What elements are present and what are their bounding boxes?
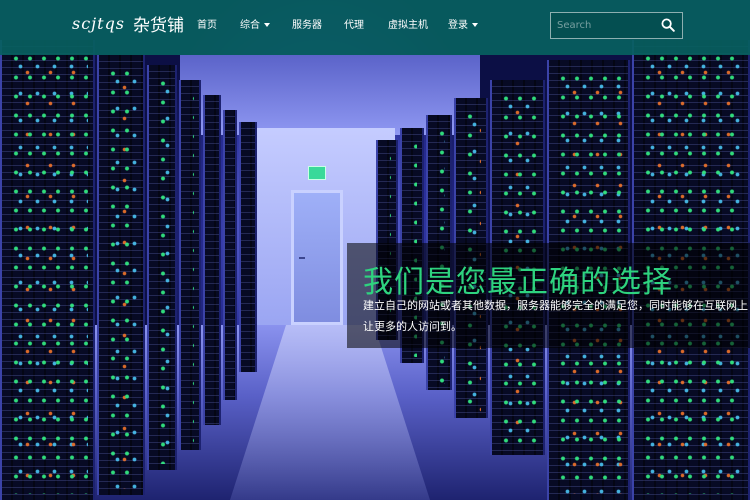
server-rack bbox=[203, 95, 221, 425]
server-rack bbox=[223, 110, 237, 400]
chevron-down-icon bbox=[472, 23, 478, 27]
nav-login-label: 登录 bbox=[448, 20, 468, 31]
nav-vhost[interactable]: 虚拟主机 bbox=[388, 16, 428, 31]
server-rack bbox=[97, 55, 145, 495]
rack-leds bbox=[186, 86, 194, 444]
rack-leds bbox=[104, 61, 138, 489]
rack-leds bbox=[7, 46, 88, 494]
hero-caption: 我们是您最正确的选择 建立自己的网站或者其他数据，服务器能够完全的满足您，同时能… bbox=[347, 243, 750, 348]
nav-servers[interactable]: 服务器 bbox=[292, 16, 322, 31]
search-form bbox=[550, 12, 683, 39]
search-icon bbox=[661, 18, 675, 32]
door bbox=[291, 190, 343, 325]
rack-leds bbox=[246, 128, 250, 366]
search-button[interactable] bbox=[654, 13, 682, 38]
nav-general-label: 综合 bbox=[240, 20, 260, 31]
server-rack bbox=[179, 80, 201, 450]
rack-leds bbox=[210, 101, 214, 419]
nav-general[interactable]: 综合 bbox=[240, 16, 270, 31]
nav-proxy[interactable]: 代理 bbox=[344, 16, 364, 31]
brand-latin: scjtqs bbox=[72, 13, 126, 33]
chevron-down-icon bbox=[264, 23, 270, 27]
nav-login[interactable]: 登录 bbox=[448, 16, 478, 31]
server-rack bbox=[147, 65, 177, 470]
server-rack bbox=[239, 122, 257, 372]
door-handle bbox=[299, 257, 305, 259]
search-input[interactable] bbox=[551, 13, 651, 38]
brand-logo[interactable]: scjtqs 杂货铺 bbox=[72, 10, 184, 36]
rack-leds bbox=[154, 71, 170, 464]
brand-name: 杂货铺 bbox=[133, 15, 185, 36]
nav-home[interactable]: 首页 bbox=[197, 16, 217, 31]
navbar: scjtqs 杂货铺 首页 综合 服务器 代理 虚拟主机 登录 bbox=[0, 0, 750, 55]
server-rack bbox=[0, 40, 95, 500]
hero-text: 建立自己的网站或者其他数据，服务器能够完全的满足您，同时能够在互联网上让更多的人… bbox=[363, 299, 748, 333]
exit-sign bbox=[308, 166, 326, 180]
